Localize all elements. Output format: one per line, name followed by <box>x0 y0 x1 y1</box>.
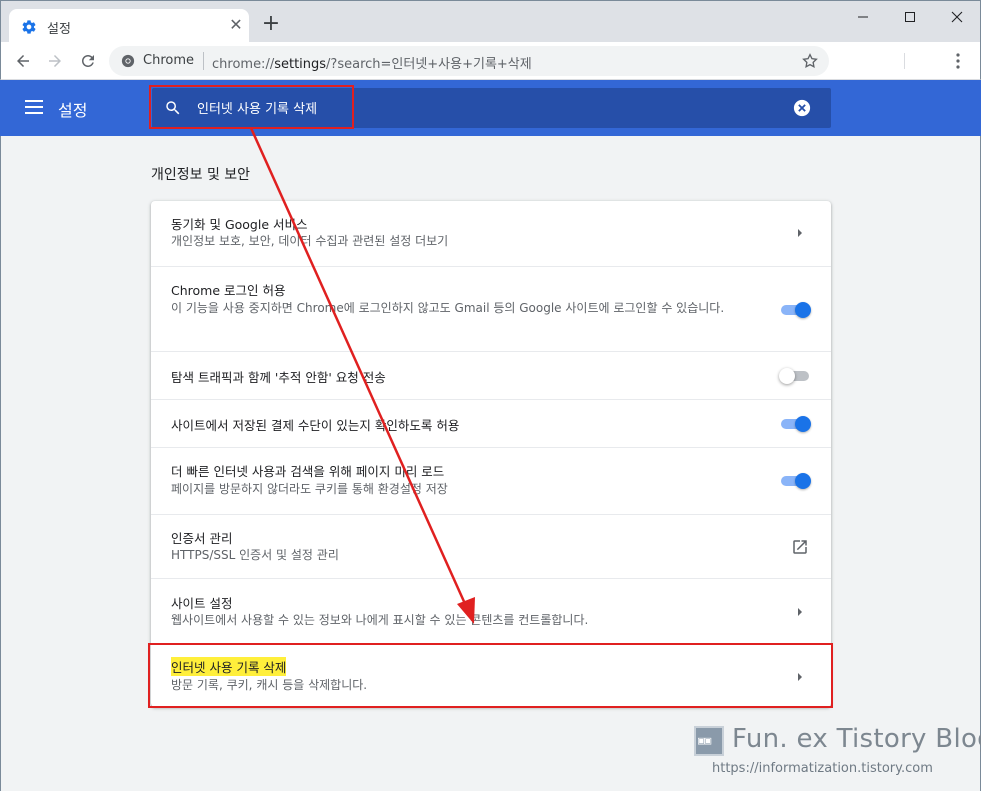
gear-icon <box>22 20 36 34</box>
omnibox-divider <box>203 52 204 70</box>
close-icon <box>951 11 963 23</box>
chevron-right-icon <box>798 608 802 616</box>
watermark-title: Fun. ex Tistory Blog <box>732 724 981 754</box>
open-in-new-icon <box>793 540 807 554</box>
tab-close-icon[interactable]: ✕ <box>227 16 245 34</box>
toggle-chrome-signin[interactable] <box>779 299 813 319</box>
reload-button[interactable] <box>76 49 100 73</box>
toolbar-divider <box>904 53 905 69</box>
url-path: /?search=인터넷+사용+기록+삭제 <box>326 57 532 72</box>
menu-icon[interactable] <box>25 99 43 115</box>
url-scheme: chrome:// <box>212 57 275 72</box>
row-subtitle: 개인정보 보호, 보안, 데이터 수집과 관련된 설정 더보기 <box>171 234 449 248</box>
origin-label: Chrome <box>143 53 194 68</box>
page-title: 설정 <box>58 101 88 120</box>
more-vert-icon <box>956 53 960 69</box>
chrome-menu-button[interactable] <box>947 50 969 72</box>
row-subtitle: 이 기능을 사용 중지하면 Chrome에 로그인하지 않고도 Gmail 등의… <box>171 301 725 315</box>
row-title: 사이트에서 저장된 결제 수단이 있는지 확인하도록 허용 <box>171 418 460 433</box>
row-do-not-track: 탐색 트래픽과 함께 '추적 안함' 요청 전송 <box>151 351 831 399</box>
new-tab-button[interactable]: + <box>259 13 283 37</box>
row-preload-pages: 더 빠른 인터넷 사용과 검색을 위해 페이지 미리 로드 페이지를 방문하지 … <box>151 447 831 514</box>
minimize-button[interactable] <box>840 1 886 33</box>
maximize-icon <box>905 12 915 22</box>
chrome-icon <box>121 54 135 68</box>
section-title: 개인정보 및 보안 <box>151 167 251 183</box>
tab-title: 설정 <box>47 22 71 37</box>
result-annotation-box <box>148 643 833 708</box>
settings-header: 설정 인터넷 사용 기록 삭제 <box>0 80 981 136</box>
reload-icon <box>82 55 94 67</box>
arrow-right-icon <box>49 55 61 67</box>
row-manage-certificates[interactable]: 인증서 관리 HTTPS/SSL 인증서 및 설정 관리 <box>151 514 831 578</box>
row-subtitle: HTTPS/SSL 인증서 및 설정 관리 <box>171 548 339 562</box>
row-site-settings[interactable]: 사이트 설정 웹사이트에서 사용할 수 있는 정보와 나에게 표시할 수 있는 … <box>151 578 831 643</box>
row-title: 더 빠른 인터넷 사용과 검색을 위해 페이지 미리 로드 <box>171 464 445 479</box>
forward-button[interactable] <box>43 49 67 73</box>
row-sync-google-services[interactable]: 동기화 및 Google 서비스 개인정보 보호, 보안, 데이터 수집과 관련… <box>151 201 831 266</box>
title-bar: 설정 ✕ + <box>0 0 981 43</box>
address-bar[interactable]: Chrome chrome://settings/?search=인터넷+사용+… <box>109 46 829 76</box>
search-annotation-box <box>149 85 354 129</box>
tab-settings[interactable]: 설정 ✕ <box>9 9 249 43</box>
chevron-right-icon <box>798 229 802 237</box>
close-window-button[interactable] <box>934 1 980 33</box>
privacy-security-card: 동기화 및 Google 서비스 개인정보 보호, 보안, 데이터 수집과 관련… <box>151 201 831 707</box>
toggle-preload-pages[interactable] <box>779 470 813 490</box>
row-title: Chrome 로그인 허용 <box>171 283 286 298</box>
toggle-payment-methods[interactable] <box>779 413 813 433</box>
row-title: 탐색 트래픽과 함께 '추적 안함' 요청 전송 <box>171 370 386 385</box>
row-subtitle: 웹사이트에서 사용할 수 있는 정보와 나에게 표시할 수 있는 콘텐츠를 컨트… <box>171 613 589 627</box>
row-subtitle: 페이지를 방문하지 않더라도 쿠키를 통해 환경설정 저장 <box>171 482 448 496</box>
blog-logo: ▣▣ <box>694 726 724 756</box>
url-host: settings <box>274 57 327 72</box>
browser-toolbar: Chrome chrome://settings/?search=인터넷+사용+… <box>0 42 981 80</box>
row-chrome-signin: Chrome 로그인 허용 이 기능을 사용 중지하면 Chrome에 로그인하… <box>151 266 831 351</box>
minimize-icon <box>858 16 868 18</box>
row-payment-methods: 사이트에서 저장된 결제 수단이 있는지 확인하도록 허용 <box>151 399 831 447</box>
blog-watermark: ▣▣ Fun. ex Tistory Blog https://informat… <box>694 724 981 784</box>
back-button[interactable] <box>11 49 35 73</box>
arrow-left-icon <box>17 55 29 67</box>
maximize-button[interactable] <box>887 1 933 33</box>
star-icon[interactable] <box>801 52 819 70</box>
clear-search-icon[interactable] <box>793 99 811 117</box>
watermark-url: https://informatization.tistory.com <box>712 761 933 776</box>
toggle-do-not-track[interactable] <box>779 365 813 385</box>
url-text: chrome://settings/?search=인터넷+사용+기록+삭제 <box>212 53 532 72</box>
